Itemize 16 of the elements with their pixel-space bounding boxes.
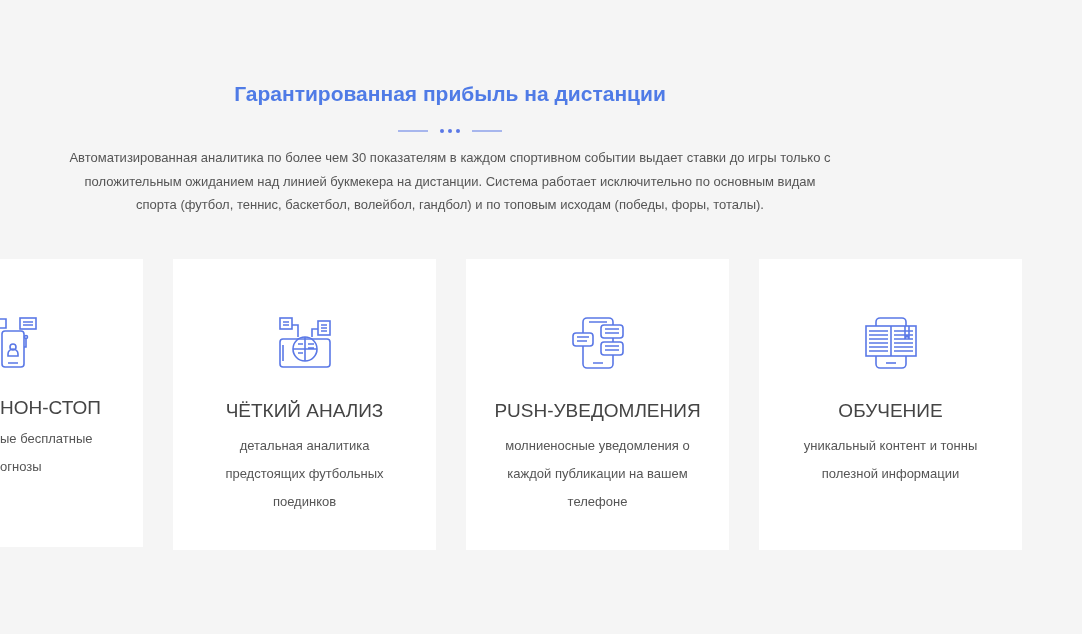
feature-description: молниеносные уведомления о каждой публикации на вашем телефоне bbox=[504, 436, 691, 511]
feature-description: уникальный контент и тонны полезной информации bbox=[802, 436, 979, 483]
feature-title: ОБУЧЕНИЕ bbox=[838, 399, 943, 422]
analysis-icon bbox=[278, 316, 331, 369]
phone-chat-icon bbox=[571, 316, 624, 369]
feature-description-line: огнозы bbox=[0, 457, 43, 476]
feature-description: детальная аналитика предстоящих футбольных поединков bbox=[224, 436, 385, 511]
feature-title: ЧЁТКИЙ АНАЛИЗ bbox=[225, 399, 384, 422]
feature-title: НОН-СТОП bbox=[0, 396, 101, 419]
phone-book-icon bbox=[864, 316, 917, 369]
feature-description-line: ые бесплатные bbox=[0, 429, 93, 448]
divider-ornament-icon bbox=[398, 128, 502, 134]
phone-profile-icon bbox=[0, 316, 38, 369]
section-description: Автоматизированная аналитика по более чем 30 показателям в каждом спортивном событии выдает ставки до игры только с положительным ожиданием над линией букмекера на дистанции. Система работает исключительно по основным видам спорта (футбол, теннис, баскетбол, волейбол, гандбол) и по топовым исходам (победы, форы, тоталы). bbox=[68, 149, 832, 214]
feature-title: PUSH-УВЕДОМЛЕНИЯ bbox=[494, 399, 701, 422]
section-title: Гарантированная прибыль на дистанции bbox=[234, 82, 666, 106]
